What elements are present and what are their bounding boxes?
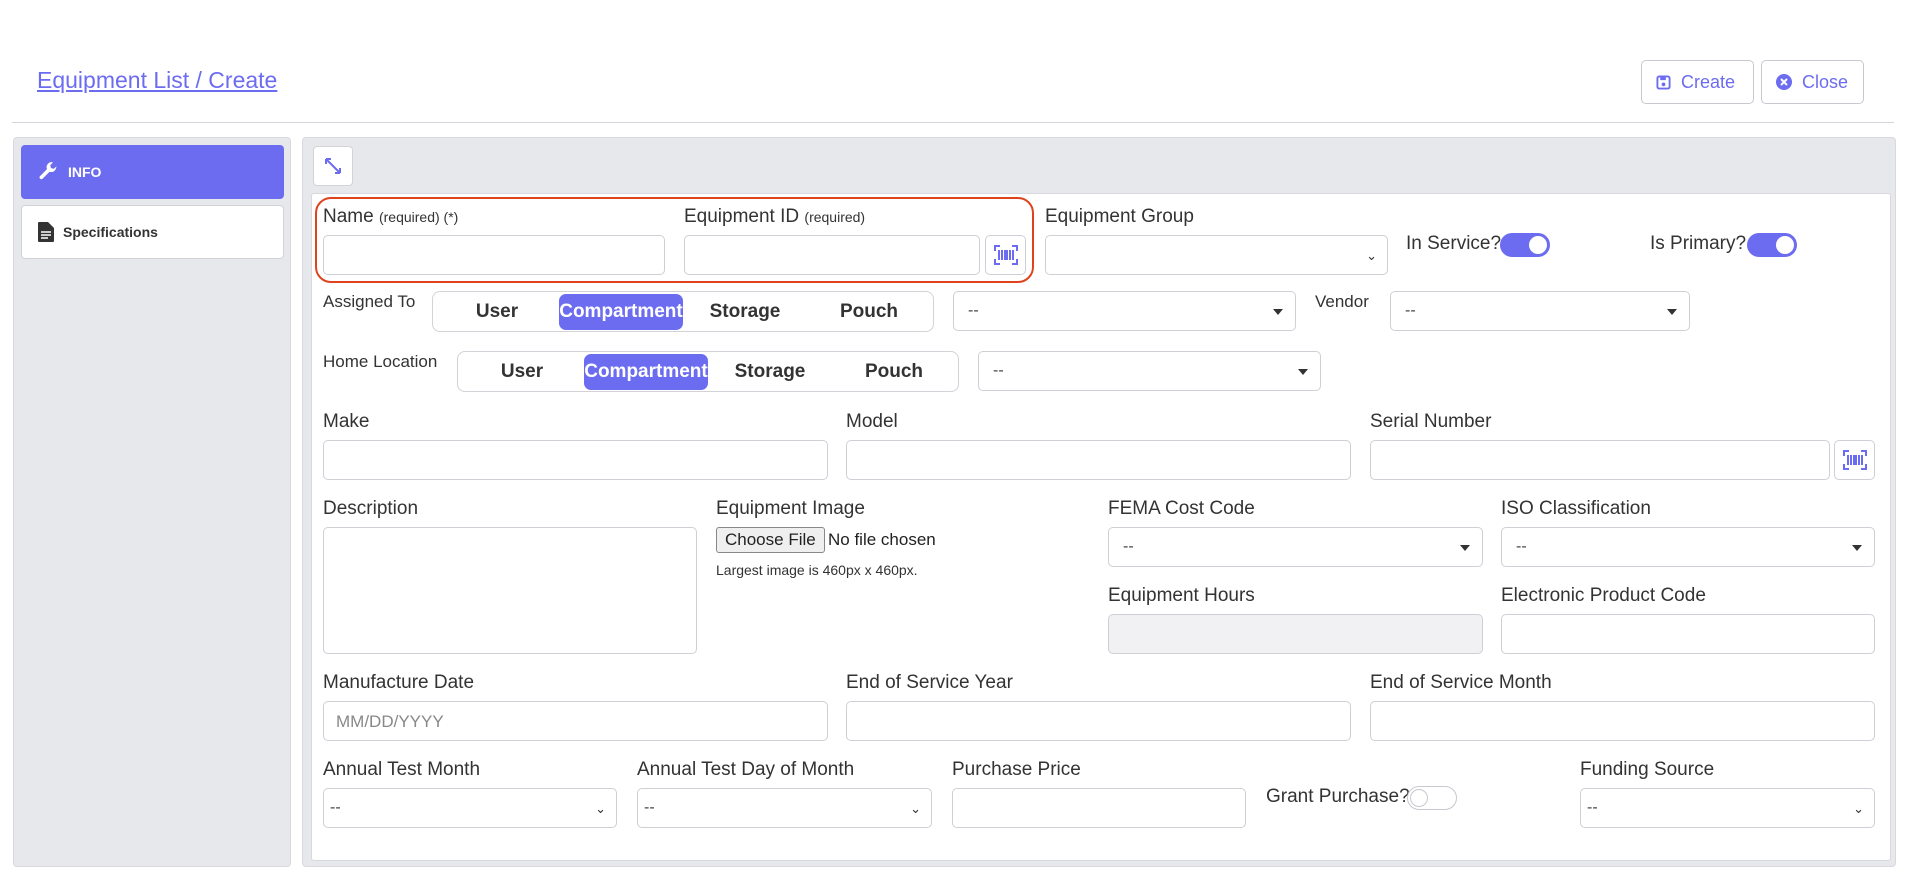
- in-service-label: In Service?: [1406, 233, 1502, 254]
- close-button-label: Close: [1802, 71, 1849, 92]
- serial-number-label: Serial Number: [1370, 411, 1492, 432]
- equipment-group-select[interactable]: ⌄: [1045, 235, 1388, 275]
- end-of-service-year-field[interactable]: [846, 701, 1351, 741]
- annual-test-month-select[interactable]: -- ⌄: [323, 788, 617, 828]
- iso-classification-label: ISO Classification: [1501, 498, 1651, 519]
- home-location-option-compartment[interactable]: Compartment: [584, 353, 708, 390]
- assigned-to-label: Assigned To: [323, 292, 416, 311]
- caret-down-icon: [1667, 309, 1677, 315]
- barcode-scan-icon: [1842, 450, 1867, 470]
- equipment-hours-label: Equipment Hours: [1108, 585, 1255, 606]
- chevron-down-icon: ⌄: [1853, 801, 1864, 816]
- caret-down-icon: [1298, 369, 1308, 375]
- make-label: Make: [323, 411, 370, 432]
- assigned-to-select[interactable]: --: [953, 291, 1296, 331]
- close-circle-icon: [1776, 74, 1792, 90]
- description-textarea[interactable]: [323, 527, 697, 654]
- end-of-service-year-label: End of Service Year: [846, 672, 1013, 693]
- iso-classification-select[interactable]: --: [1501, 527, 1875, 567]
- equipment-image-label: Equipment Image: [716, 498, 865, 519]
- end-of-service-month-label: End of Service Month: [1370, 672, 1552, 693]
- document-icon: [38, 222, 54, 242]
- grant-purchase-toggle[interactable]: [1407, 786, 1457, 810]
- file-status: No file chosen: [828, 530, 936, 549]
- save-icon: [1656, 74, 1671, 90]
- expand-icon: [325, 158, 341, 174]
- caret-down-icon: [1460, 545, 1470, 551]
- electronic-product-code-field[interactable]: [1501, 614, 1875, 654]
- home-location-select[interactable]: --: [978, 351, 1321, 391]
- page-title-link[interactable]: Equipment List / Create: [37, 67, 277, 94]
- vendor-label: Vendor: [1315, 292, 1369, 311]
- serial-scan-button[interactable]: [1834, 440, 1875, 480]
- vendor-select[interactable]: --: [1390, 291, 1690, 331]
- assigned-to-option-compartment[interactable]: Compartment: [559, 293, 683, 330]
- electronic-product-code-label: Electronic Product Code: [1501, 585, 1706, 606]
- choose-file-button[interactable]: Choose File: [716, 527, 825, 553]
- home-location-segmented-control: User Compartment Storage Pouch: [457, 351, 959, 392]
- description-label: Description: [323, 498, 419, 519]
- sidebar-item-info[interactable]: INFO: [21, 145, 284, 199]
- is-primary-toggle[interactable]: [1747, 233, 1797, 257]
- serial-number-field[interactable]: [1370, 440, 1830, 480]
- close-button[interactable]: Close: [1761, 60, 1864, 104]
- in-service-toggle[interactable]: [1500, 233, 1550, 257]
- end-of-service-month-field[interactable]: [1370, 701, 1875, 741]
- caret-down-icon: [1273, 309, 1283, 315]
- wrench-icon: [39, 162, 57, 180]
- caret-down-icon: [1852, 545, 1862, 551]
- assigned-to-option-pouch[interactable]: Pouch: [807, 294, 931, 330]
- home-location-option-pouch[interactable]: Pouch: [832, 354, 956, 390]
- assigned-to-segmented-control: User Compartment Storage Pouch: [432, 291, 934, 332]
- home-location-label: Home Location: [323, 352, 438, 371]
- image-size-hint: Largest image is 460px x 460px.: [716, 562, 918, 578]
- chevron-down-icon: ⌄: [595, 801, 606, 816]
- assigned-to-option-user[interactable]: User: [435, 294, 559, 330]
- create-button[interactable]: Create: [1641, 60, 1754, 104]
- create-button-label: Create: [1681, 71, 1736, 92]
- annual-test-month-label: Annual Test Month: [323, 759, 481, 780]
- annual-test-day-label: Annual Test Day of Month: [637, 759, 855, 780]
- home-location-option-user[interactable]: User: [460, 354, 584, 390]
- equipment-group-label: Equipment Group: [1045, 206, 1194, 227]
- fema-cost-code-label: FEMA Cost Code: [1108, 498, 1255, 519]
- equipment-hours-field: [1108, 614, 1483, 654]
- sidebar: INFO Specifications: [13, 137, 291, 867]
- model-field[interactable]: [846, 440, 1351, 480]
- sidebar-item-label: Specifications: [63, 224, 158, 240]
- make-field[interactable]: [323, 440, 828, 480]
- assigned-to-option-storage[interactable]: Storage: [683, 294, 807, 330]
- funding-source-label: Funding Source: [1580, 759, 1715, 780]
- page-header: Equipment List / Create Create Close: [0, 0, 1906, 124]
- chevron-down-icon: ⌄: [1366, 248, 1377, 263]
- sidebar-item-specifications[interactable]: Specifications: [21, 205, 284, 259]
- annual-test-day-select[interactable]: -- ⌄: [637, 788, 932, 828]
- expand-button[interactable]: [313, 146, 353, 186]
- grant-purchase-label: Grant Purchase?: [1266, 786, 1410, 807]
- manufacture-date-label: Manufacture Date: [323, 672, 475, 693]
- header-divider: [12, 122, 1894, 123]
- chevron-down-icon: ⌄: [910, 801, 921, 816]
- fema-cost-code-select[interactable]: --: [1108, 527, 1483, 567]
- is-primary-label: Is Primary?: [1650, 233, 1747, 254]
- manufacture-date-field[interactable]: MM/DD/YYYY: [323, 701, 828, 741]
- purchase-price-field[interactable]: [952, 788, 1246, 828]
- home-location-option-storage[interactable]: Storage: [708, 354, 832, 390]
- sidebar-item-label: INFO: [68, 164, 102, 180]
- required-fields-highlight: [315, 197, 1034, 283]
- model-label: Model: [846, 411, 898, 432]
- funding-source-select[interactable]: -- ⌄: [1580, 788, 1875, 828]
- purchase-price-label: Purchase Price: [952, 759, 1081, 780]
